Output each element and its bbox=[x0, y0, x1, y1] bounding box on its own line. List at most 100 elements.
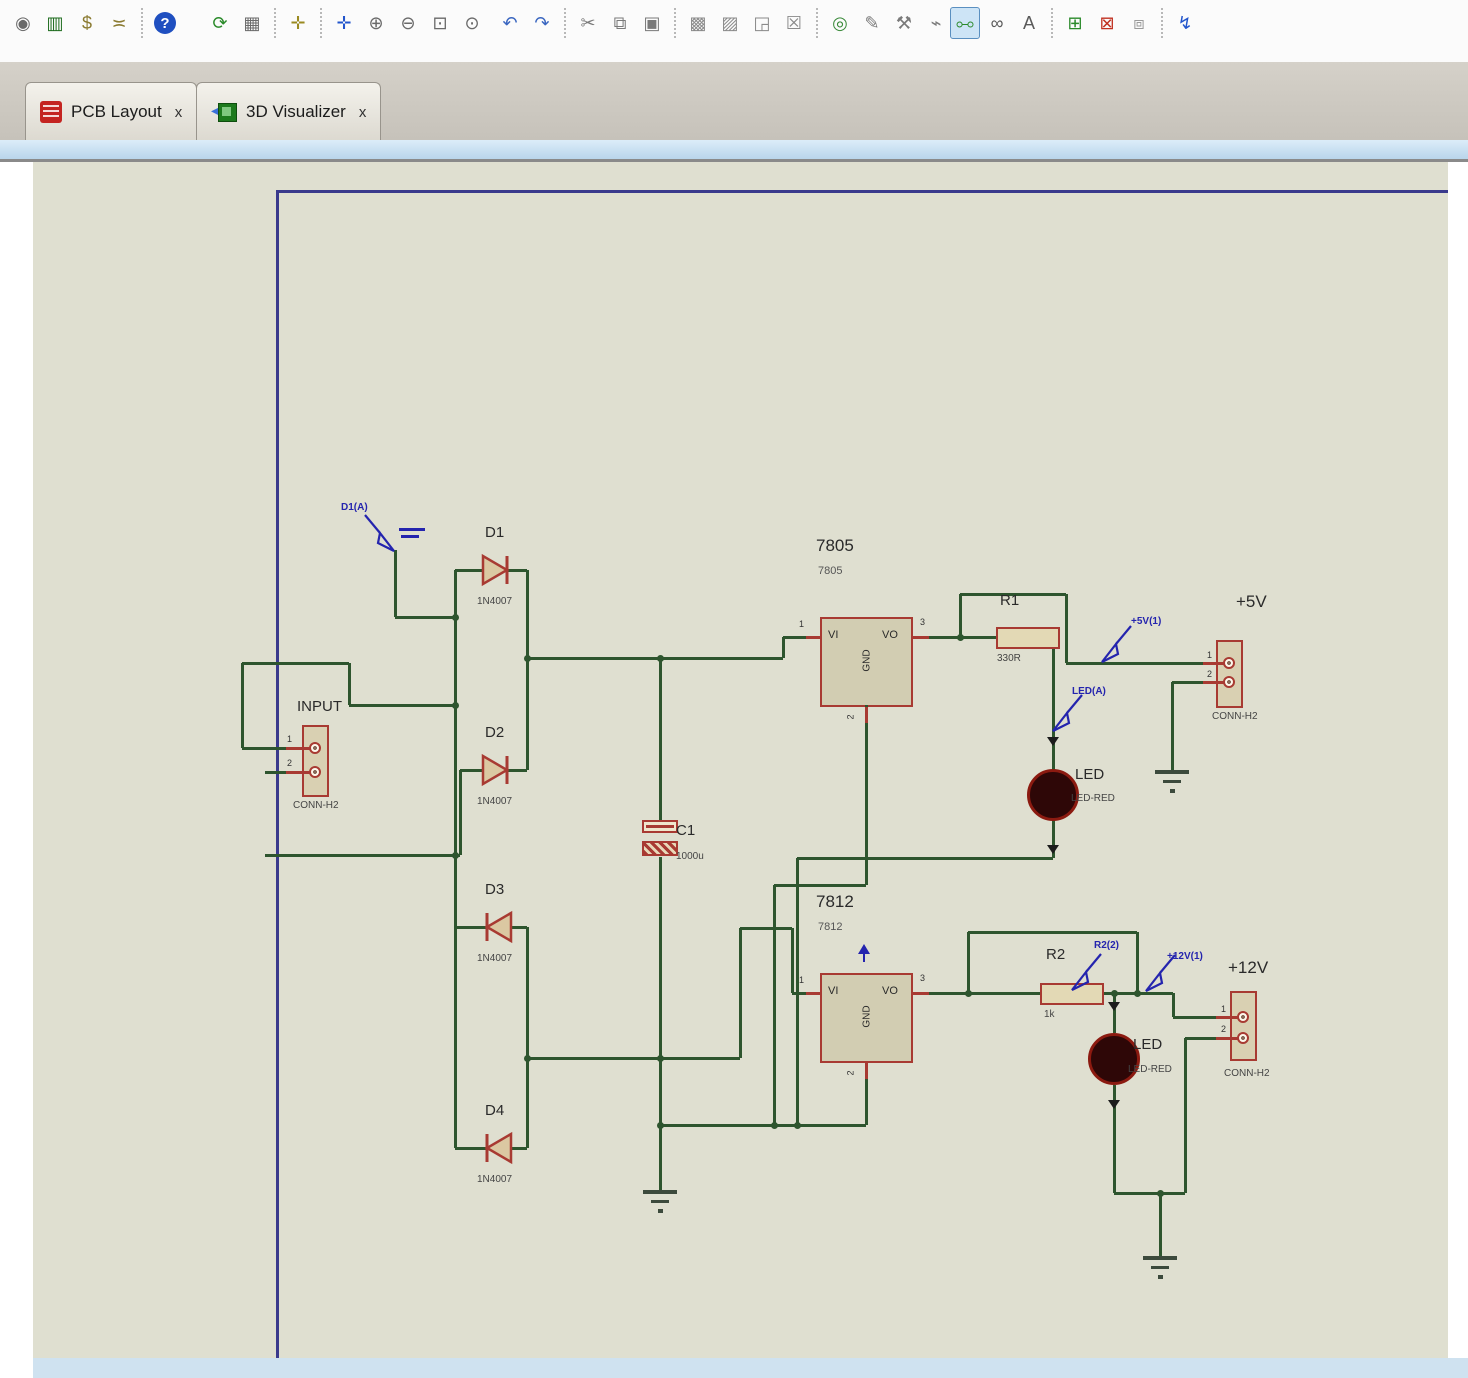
voltage-probe-icon[interactable] bbox=[1046, 692, 1086, 734]
wire-segment[interactable] bbox=[967, 932, 970, 993]
wire-segment[interactable] bbox=[395, 616, 455, 619]
wire-segment[interactable] bbox=[526, 927, 529, 1148]
wire-segment[interactable] bbox=[348, 663, 351, 705]
connector-value: CONN-H2 bbox=[1224, 1068, 1270, 1079]
wire-segment[interactable] bbox=[1172, 681, 1203, 684]
resistor-ref: R1 bbox=[1000, 592, 1019, 609]
diode-d3-symbol[interactable] bbox=[479, 909, 515, 945]
capacitor-value: 1000u bbox=[676, 851, 704, 862]
capacitor-c1-plate[interactable] bbox=[642, 820, 678, 833]
wire-segment[interactable] bbox=[959, 594, 962, 637]
wire-segment[interactable] bbox=[659, 857, 662, 1190]
wire-segment[interactable] bbox=[1173, 1016, 1218, 1019]
connector-pin[interactable] bbox=[1237, 1011, 1249, 1023]
input-connector-body[interactable] bbox=[302, 725, 329, 797]
diode-d1-symbol[interactable] bbox=[479, 552, 515, 588]
wire-segment[interactable] bbox=[459, 770, 462, 855]
pin-number: 1 bbox=[1221, 1004, 1226, 1014]
wire-segment[interactable] bbox=[792, 992, 806, 995]
diode-value: 1N4007 bbox=[477, 796, 512, 807]
diode-ref: D4 bbox=[485, 1102, 504, 1119]
led-value: LED-RED bbox=[1071, 793, 1115, 804]
connector-pin[interactable] bbox=[1223, 657, 1235, 669]
connector-pin[interactable] bbox=[309, 766, 321, 778]
connector-pin[interactable] bbox=[309, 742, 321, 754]
voltage-probe-icon[interactable] bbox=[361, 512, 401, 554]
regulator-pin-gnd: GND bbox=[862, 641, 873, 681]
wire-segment[interactable] bbox=[774, 884, 866, 887]
connector-label: INPUT bbox=[297, 698, 342, 715]
wire-segment[interactable] bbox=[1171, 682, 1174, 770]
diode-ref: D2 bbox=[485, 724, 504, 741]
led-cathode-arrow-icon bbox=[1108, 1100, 1120, 1109]
junction-dot bbox=[524, 1055, 531, 1062]
wire-segment[interactable] bbox=[796, 858, 799, 1125]
wire-segment[interactable] bbox=[1113, 993, 1116, 1033]
wire-segment[interactable] bbox=[928, 992, 968, 995]
connector-pin[interactable] bbox=[1237, 1032, 1249, 1044]
voltage-probe-icon[interactable] bbox=[1095, 623, 1135, 665]
wire-segment[interactable] bbox=[928, 636, 960, 639]
wire-segment[interactable] bbox=[960, 636, 996, 639]
connector-pin[interactable] bbox=[1223, 676, 1235, 688]
pin-number: 3 bbox=[920, 617, 925, 627]
wire-segment[interactable] bbox=[773, 885, 776, 1125]
capacitor-c1-plate-polarized[interactable] bbox=[642, 841, 678, 856]
ground-symbol bbox=[1143, 1256, 1177, 1280]
wire-segment[interactable] bbox=[242, 662, 349, 665]
wire-segment[interactable] bbox=[797, 857, 1053, 860]
wire-segment[interactable] bbox=[265, 771, 288, 774]
led-value: LED-RED bbox=[1128, 1064, 1172, 1075]
connector-value: CONN-H2 bbox=[293, 800, 339, 811]
wire-segment[interactable] bbox=[241, 663, 244, 748]
pin-number: 2 bbox=[287, 758, 292, 768]
wire-segment[interactable] bbox=[265, 854, 460, 857]
wire-segment[interactable] bbox=[526, 570, 529, 770]
wire-segment[interactable] bbox=[1114, 1192, 1185, 1195]
wire-segment[interactable] bbox=[1065, 594, 1068, 663]
probe-mark bbox=[401, 535, 419, 538]
sheet-border-top bbox=[276, 190, 1448, 193]
diode-d2-symbol[interactable] bbox=[479, 752, 515, 788]
plus12v-connector-body[interactable] bbox=[1230, 991, 1257, 1061]
pin-number: 2 bbox=[1221, 1024, 1226, 1034]
voltage-probe-icon[interactable] bbox=[1139, 952, 1179, 994]
wire-segment[interactable] bbox=[740, 927, 792, 930]
diode-value: 1N4007 bbox=[477, 953, 512, 964]
junction-dot bbox=[657, 1122, 664, 1129]
resistor-r1-body[interactable] bbox=[996, 627, 1060, 649]
pin-stub bbox=[806, 636, 820, 639]
wire-segment[interactable] bbox=[791, 928, 794, 993]
wire-segment[interactable] bbox=[1172, 993, 1175, 1017]
probe-mark bbox=[399, 528, 425, 531]
probe-label: +5V(1) bbox=[1131, 616, 1161, 627]
wire-segment[interactable] bbox=[660, 1124, 866, 1127]
wire-segment[interactable] bbox=[527, 1057, 740, 1060]
ground-symbol bbox=[1155, 770, 1189, 794]
sheet-border-left bbox=[276, 190, 279, 1358]
wire-segment[interactable] bbox=[394, 550, 397, 617]
wire-segment[interactable] bbox=[242, 747, 288, 750]
wire-segment[interactable] bbox=[659, 658, 662, 822]
voltage-probe-icon[interactable] bbox=[1065, 951, 1105, 993]
wire-segment[interactable] bbox=[782, 637, 785, 658]
diode-value: 1N4007 bbox=[477, 1174, 512, 1185]
plus5v-connector-body[interactable] bbox=[1216, 640, 1243, 708]
wire-segment[interactable] bbox=[527, 657, 783, 660]
wire-segment[interactable] bbox=[349, 704, 455, 707]
diode-d4-symbol[interactable] bbox=[479, 1130, 515, 1166]
wire-segment[interactable] bbox=[739, 928, 742, 1058]
wire-segment[interactable] bbox=[454, 570, 457, 1148]
wire-segment[interactable] bbox=[865, 705, 868, 885]
wire-segment[interactable] bbox=[1185, 1037, 1218, 1040]
led-ref: LED bbox=[1075, 766, 1104, 783]
regulator-subtitle: 7805 bbox=[818, 565, 842, 577]
wire-segment[interactable] bbox=[968, 992, 1040, 995]
wire-segment[interactable] bbox=[1159, 1193, 1162, 1256]
wire-segment[interactable] bbox=[1184, 1038, 1187, 1193]
wire-segment[interactable] bbox=[968, 931, 1137, 934]
regulator-pin-vo: VO bbox=[882, 629, 898, 641]
capacitor-ref: C1 bbox=[676, 822, 695, 839]
wire-segment[interactable] bbox=[783, 636, 806, 639]
junction-dot bbox=[1157, 1190, 1164, 1197]
